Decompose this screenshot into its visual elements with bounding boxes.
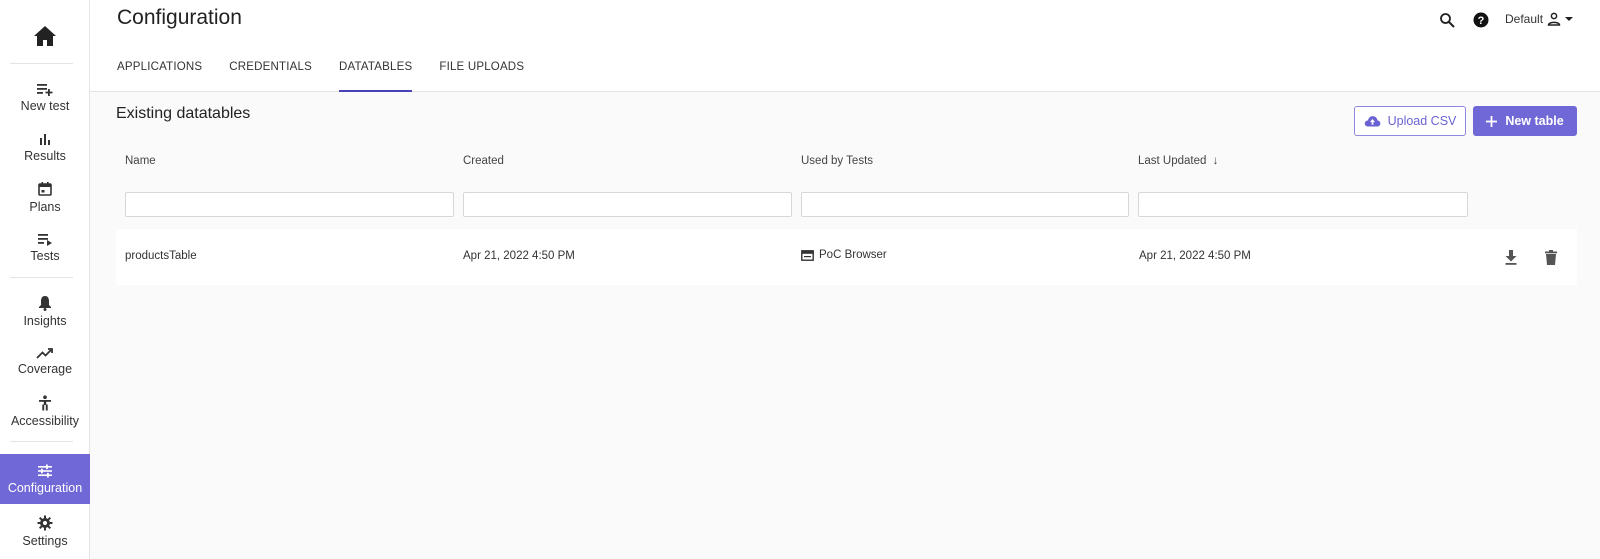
plus-icon [1486,115,1498,127]
column-header-label: Last Updated [1138,155,1207,167]
section-title: Existing datatables [116,105,251,122]
sidebar-item-label: New test [20,98,70,113]
cell-created: Apr 21, 2022 4:50 PM [463,250,575,262]
filter-used-by-input[interactable] [801,192,1129,217]
bar-chart-icon [40,133,50,145]
download-icon [1505,249,1517,265]
tab-credentials[interactable]: CREDENTIALS [229,54,312,92]
filter-last-updated-input[interactable] [1138,192,1468,217]
filter-name-input[interactable] [125,192,454,217]
sidebar-item-label: Insights [23,313,67,328]
tab-file-uploads[interactable]: FILE UPLOADS [439,54,524,92]
column-header-used-by-tests[interactable]: Used by Tests [801,155,873,167]
header: Configuration ? Default APPLICATIONS CRE… [90,0,1600,92]
tab-bar: APPLICATIONS CREDENTIALS DATATABLES FILE… [117,54,551,92]
sidebar-item-label: Plans [29,199,61,214]
tab-applications[interactable]: APPLICATIONS [117,54,202,92]
search-icon [1440,13,1455,28]
person-icon [1547,12,1561,26]
sidebar-item-label: Accessibility [10,413,80,428]
divider [10,441,73,442]
tune-icon [38,464,52,477]
new-table-label: New table [1505,114,1564,128]
bell-icon [39,295,51,311]
caret-down-icon [1565,17,1574,21]
sidebar-item-label: Results [24,148,66,163]
profile-menu[interactable]: Default [1505,12,1574,26]
table-row[interactable]: productsTable Apr 21, 2022 4:50 PM PoC B… [116,229,1577,285]
cell-used-by-tests[interactable]: PoC Browser [801,249,887,261]
playlist-add-icon [37,83,53,96]
page-title: Configuration [117,6,242,29]
sort-desc-icon: ↓ [1212,155,1219,167]
playlist-play-icon [38,233,52,246]
new-table-button[interactable]: New table [1473,106,1577,136]
divider [10,277,73,278]
accessibility-icon [39,394,51,410]
sidebar-item-label: Coverage [17,361,73,376]
sidebar-item-label: Settings [22,533,68,548]
cell-name[interactable]: productsTable [125,250,197,262]
sidebar-item-label: Tests [30,248,60,263]
home-icon [34,26,56,46]
delete-button[interactable] [1541,246,1561,268]
browser-window-icon [801,249,814,261]
profile-label: Default [1505,12,1544,26]
sidebar-item-settings[interactable]: Settings [0,506,90,556]
sidebar-item-new-test[interactable]: New test [0,72,90,122]
trash-icon [1545,249,1557,265]
home-button[interactable] [0,14,90,58]
filter-created-input[interactable] [463,192,792,217]
tab-datatables[interactable]: DATATABLES [338,54,413,92]
sidebar-item-results[interactable]: Results [0,122,90,172]
sidebar-item-tests[interactable]: Tests [0,222,90,272]
sidebar-item-insights[interactable]: Insights [0,286,90,336]
column-header-created[interactable]: Created [463,155,504,167]
upload-csv-button[interactable]: Upload CSV [1354,106,1466,136]
trending-up-icon [36,347,53,359]
cloud-upload-icon [1364,116,1380,127]
sidebar-item-label: Configuration [7,480,83,495]
calendar-icon [38,181,52,196]
sidebar-item-coverage[interactable]: Coverage [0,336,90,386]
divider [10,63,73,64]
gear-icon [37,515,53,530]
download-button[interactable] [1501,246,1521,268]
sidebar-item-plans[interactable]: Plans [0,172,90,222]
help-button[interactable]: ? [1472,11,1490,29]
search-button[interactable] [1438,11,1456,29]
column-header-last-updated[interactable]: Last Updated ↓ [1138,155,1218,167]
column-header-name[interactable]: Name [125,155,156,167]
used-by-test-label: PoC Browser [819,249,887,261]
cell-last-updated: Apr 21, 2022 4:50 PM [1139,250,1251,262]
sidebar: New test Results Plans Tests Insights Co… [0,0,90,559]
sidebar-item-accessibility[interactable]: Accessibility [0,386,90,436]
upload-csv-label: Upload CSV [1387,114,1457,128]
sidebar-item-configuration[interactable]: Configuration [0,454,90,504]
help-icon: ? [1473,12,1489,28]
svg-text:?: ? [1478,15,1485,27]
